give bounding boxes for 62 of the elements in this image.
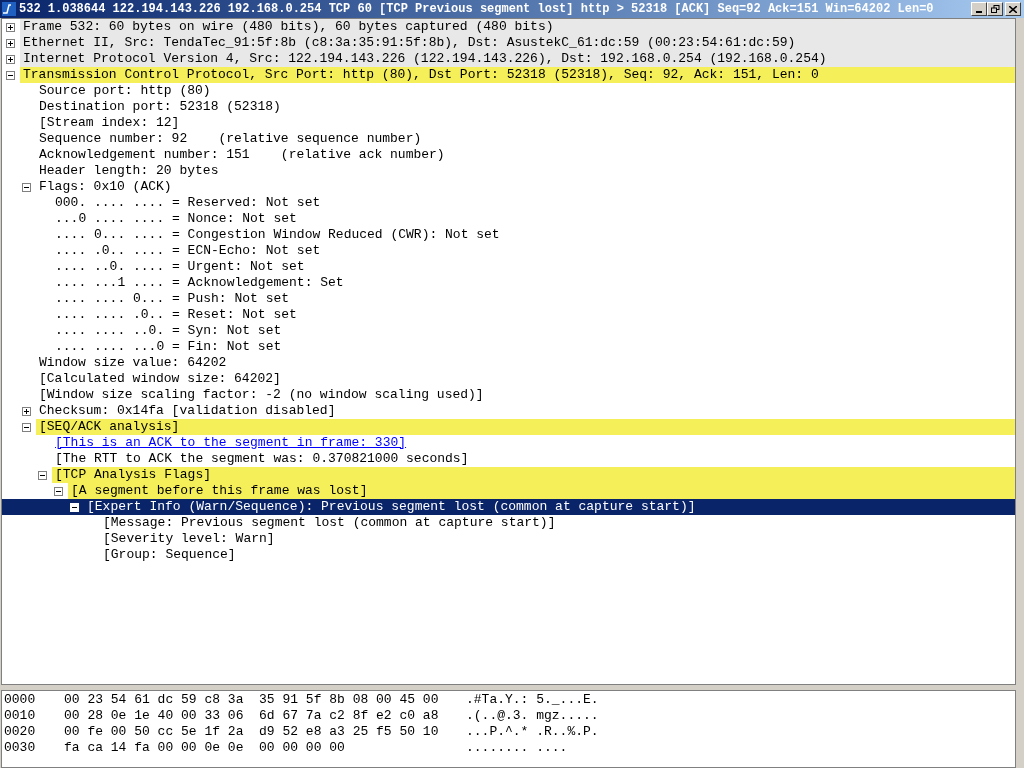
tree-item[interactable]: Frame 532: 60 bytes on wire (480 bits), 60 bytes captured (480 bits) [20, 19, 1015, 35]
tree-item[interactable]: [Severity level: Warn] [100, 531, 278, 547]
tree-item[interactable]: Window size value: 64202 [36, 355, 230, 371]
expand-toggle[interactable] [6, 22, 15, 32]
close-icon [1009, 5, 1017, 13]
hex-offset: 0030 [3, 740, 37, 756]
hex-offset: 0010 [3, 708, 37, 724]
tree-item[interactable]: Ethernet II, Src: TendaTec_91:5f:8b (c8:3a:35:91:5f:8b), Dst: AsustekC_61:dc:59 (00:23:54:61:dc:59) [20, 35, 1015, 51]
hex-bytes: fa ca 14 fa 00 00 0e 0e 00 00 00 00 [64, 740, 346, 756]
tree-item[interactable]: [The RTT to ACK the segment was: 0.370821000 seconds] [52, 451, 472, 467]
tree-item[interactable]: Flags: 0x10 (ACK) [36, 179, 175, 195]
hex-offset: 0000 [3, 692, 37, 708]
collapse-toggle[interactable] [6, 70, 15, 80]
tree-item[interactable]: [TCP Analysis Flags] [52, 467, 1015, 483]
collapse-toggle[interactable] [22, 422, 31, 432]
tree-item[interactable]: [Calculated window size: 64202] [36, 371, 284, 387]
minimize-button[interactable] [971, 2, 987, 16]
tree-item[interactable]: .... .0.. .... = ECN-Echo: Not set [52, 243, 324, 259]
tree-item[interactable]: Sequence number: 92 (relative sequence number) [36, 131, 425, 147]
tree-item[interactable]: .... .... ...0 = Fin: Not set [52, 339, 285, 355]
tree-item[interactable]: [Window size scaling factor: -2 (no window scaling used)] [36, 387, 487, 403]
hex-ascii: .#Ta.Y.: 5._...E. [466, 692, 599, 708]
frame-link[interactable]: [This is an ACK to the segment in frame: 330] [52, 435, 410, 451]
hex-ascii: ........ .... [466, 740, 568, 756]
tree-item[interactable]: [Stream index: 12] [36, 115, 183, 131]
tree-item[interactable]: [Message: Previous segment lost (common at capture start)] [100, 515, 559, 531]
tree-item[interactable]: .... .... ..0. = Syn: Not set [52, 323, 285, 339]
expand-toggle[interactable] [22, 406, 31, 416]
tree-item[interactable]: Destination port: 52318 (52318) [36, 99, 284, 115]
tree-item[interactable]: .... .... 0... = Push: Not set [52, 291, 293, 307]
collapse-toggle[interactable] [22, 182, 31, 192]
tree-item[interactable]: Source port: http (80) [36, 83, 214, 99]
hex-ascii: ...P.^.* .R..%.P. [466, 724, 599, 740]
tree-item[interactable]: .... ..0. .... = Urgent: Not set [52, 259, 308, 275]
hex-offset: 0020 [3, 724, 37, 740]
tree-item[interactable]: .... ...1 .... = Acknowledgement: Set [52, 275, 347, 291]
tree-item[interactable]: Acknowledgement number: 151 (relative ack number) [36, 147, 448, 163]
minimize-icon [976, 11, 982, 13]
hex-ascii: .(..@.3. mgz..... [466, 708, 599, 724]
hex-bytes: 00 fe 00 50 cc 5e 1f 2a d9 52 e8 a3 25 f5 50 10 [64, 724, 440, 740]
expand-toggle[interactable] [6, 38, 15, 48]
tree-item[interactable]: [SEQ/ACK analysis] [36, 419, 1015, 435]
tree-item[interactable]: 000. .... .... = Reserved: Not set [52, 195, 324, 211]
tree-item[interactable]: Header length: 20 bytes [36, 163, 222, 179]
app-icon [2, 2, 16, 16]
window-title: 532 1.038644 122.194.143.226 192.168.0.254 TCP 60 [TCP Previous segment lost] http > 52318 [ACK] Seq=92 Ack=151 Win=64202 Len=0 [19, 1, 935, 17]
tree-item[interactable]: [A segment before this frame was lost] [68, 483, 1015, 499]
restore-icon [990, 5, 1000, 13]
collapse-toggle[interactable] [38, 470, 47, 480]
hex-bytes: 00 28 0e 1e 40 00 33 06 6d 67 7a c2 8f e2 c0 a8 [64, 708, 440, 724]
collapse-toggle[interactable] [54, 486, 63, 496]
tree-item[interactable]: [Group: Sequence] [100, 547, 239, 563]
tree-item[interactable]: Internet Protocol Version 4, Src: 122.194.143.226 (122.194.143.226), Dst: 192.168.0.254 (192.168.0.254) [20, 51, 1015, 67]
restore-button[interactable] [987, 2, 1003, 16]
expand-toggle[interactable] [6, 54, 15, 64]
tree-item[interactable]: .... 0... .... = Congestion Window Reduced (CWR): Not set [52, 227, 503, 243]
tree-item[interactable]: ...0 .... .... = Nonce: Not set [52, 211, 300, 227]
tree-item[interactable]: .... .... .0.. = Reset: Not set [52, 307, 300, 323]
tree-item[interactable]: Transmission Control Protocol, Src Port: http (80), Dst Port: 52318 (52318), Seq: 92, Ack: 151, Len: 0 [20, 67, 1015, 83]
tree-item[interactable]: Checksum: 0x14fa [validation disabled] [36, 403, 339, 419]
close-button[interactable] [1005, 2, 1021, 16]
hex-bytes: 00 23 54 61 dc 59 c8 3a 35 91 5f 8b 08 00 45 00 [64, 692, 440, 708]
